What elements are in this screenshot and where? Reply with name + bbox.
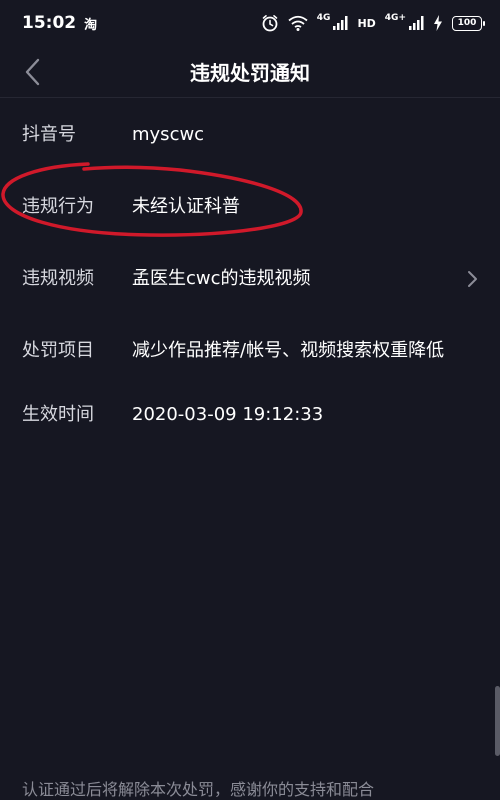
footer-note: 认证通过后将解除本次处罚，感谢你的支持和配合 <box>22 780 375 799</box>
row-violation-behavior: 违规行为 未经认证科普 <box>0 194 500 220</box>
violation-behavior-label: 违规行为 <box>22 196 94 217</box>
scrollbar[interactable] <box>495 686 500 756</box>
username-value: myscwc <box>132 124 205 145</box>
navigation-header: 违规处罚通知 <box>0 46 500 98</box>
signal-icon-2 <box>408 15 424 31</box>
penalty-items-label: 处罚项目 <box>22 340 94 361</box>
status-time: 15:02 <box>22 13 77 33</box>
violation-info-list: 抖音号 myscwc 违规行为 未经认证科普 违规视频 孟医生cwc的违规视频 … <box>0 98 500 428</box>
effective-time-value: 2020-03-09 19:12:33 <box>132 404 324 425</box>
back-button[interactable] <box>14 54 50 90</box>
chevron-right-icon[interactable] <box>464 270 480 288</box>
row-effective-time: 生效时间 2020-03-09 19:12:33 <box>0 402 500 428</box>
network-type-label-2: 4G+ <box>384 12 406 23</box>
row-violation-video[interactable]: 违规视频 孟医生cwc的违规视频 <box>0 266 500 292</box>
status-bar-right: 4G HD 4G+ 100 <box>261 12 485 32</box>
battery-icon: 100 <box>452 15 485 31</box>
page-title: 违规处罚通知 <box>190 61 310 85</box>
row-username: 抖音号 myscwc <box>0 122 500 148</box>
username-label: 抖音号 <box>22 124 76 145</box>
network-type-label: 4G <box>316 12 331 23</box>
violation-behavior-value: 未经认证科普 <box>132 196 240 217</box>
penalty-items-value: 减少作品推荐/帐号、视频搜索权重降低 <box>132 340 445 361</box>
alarm-icon <box>261 14 279 32</box>
taobao-notification-icon: 淘 <box>84 17 98 33</box>
row-penalty-items: 处罚项目 减少作品推荐/帐号、视频搜索权重降低 <box>0 338 500 364</box>
hd-label: HD <box>357 16 376 30</box>
status-bar: 15:02 淘 4G HD 4G+ 100 <box>0 0 500 46</box>
wifi-icon <box>288 15 308 31</box>
violation-video-value[interactable]: 孟医生cwc的违规视频 <box>132 266 478 292</box>
status-bar-left: 15:02 淘 <box>22 13 97 33</box>
violation-video-label: 违规视频 <box>22 268 94 289</box>
charging-icon <box>433 15 443 31</box>
signal-icon <box>332 15 348 31</box>
back-arrow-icon <box>25 58 40 86</box>
effective-time-label: 生效时间 <box>22 404 94 425</box>
